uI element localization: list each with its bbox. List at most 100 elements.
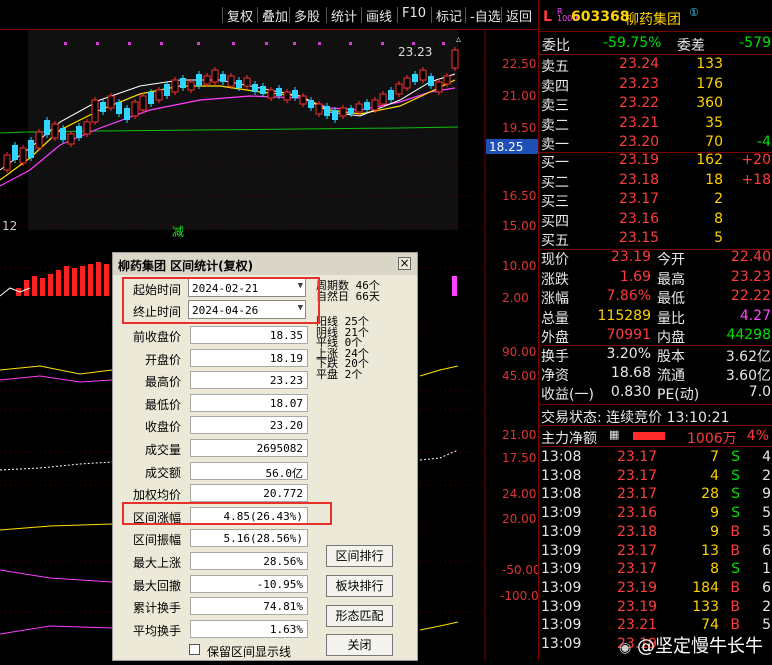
- stock-flag: L: [543, 9, 552, 25]
- candle-body: [76, 126, 82, 138]
- volume-bar: [48, 274, 53, 296]
- stat-value: 2695082: [190, 439, 308, 457]
- stock-name[interactable]: 柳药集团: [625, 9, 681, 29]
- candle-body: [12, 145, 18, 160]
- event-dot: [128, 42, 131, 45]
- keep-range-checkbox[interactable]: [189, 644, 200, 655]
- candle-body: [83, 121, 91, 135]
- candle-body: [292, 90, 298, 98]
- toolbar-button-6[interactable]: 标记: [436, 6, 462, 25]
- candle-body: [252, 84, 258, 92]
- candle-body: [364, 102, 370, 110]
- quote-panel: L R 1000 603368 柳药集团 ① 委比 -59.75% 委差 -57…: [538, 0, 772, 661]
- dialog-button-0[interactable]: 区间排行: [326, 545, 393, 567]
- tick-row: 13:09 23.19 184 B 6: [541, 579, 771, 596]
- candle-body: [3, 154, 11, 171]
- toolbar-button-7[interactable]: -自选: [470, 6, 501, 25]
- peak-label: 23.23: [398, 45, 432, 59]
- candle-body: [443, 75, 451, 85]
- candle-body: [428, 76, 434, 86]
- candle-body: [116, 102, 122, 114]
- axis-label: 15.00: [502, 219, 536, 233]
- indicator-line: [0, 625, 113, 635]
- peak-icon: ▵: [456, 34, 461, 45]
- ask-row: 卖一 23.20 70 -4: [541, 134, 771, 153]
- candle-body: [315, 103, 323, 115]
- stat-value: 28.56%: [190, 552, 308, 570]
- toolbar-button-8[interactable]: 返回: [506, 6, 532, 25]
- candle-body: [211, 69, 219, 83]
- dialog-title: 柳药集团 区间统计(复权): [113, 253, 417, 275]
- event-dot: [349, 42, 352, 45]
- quote-row: 涨幅 7.86% 最低 22.22: [541, 288, 771, 307]
- range-stats-dialog[interactable]: 柳药集团 区间统计(复权) × 起始时间 2024-02-21 ▼ 终止时间 20…: [112, 252, 418, 661]
- event-dot: [442, 42, 445, 45]
- candle-body: [187, 81, 195, 91]
- weibi-row: 委比 -59.75% 委差 -579: [542, 35, 771, 54]
- candle-body: [67, 133, 75, 145]
- volume-bar: [80, 266, 85, 296]
- stat-label: 成交额: [144, 465, 181, 480]
- bid-row: 买三 23.17 2: [541, 191, 723, 210]
- price-tag-label: 18.25: [489, 140, 523, 154]
- candle-body: [91, 99, 99, 123]
- toolbar-button-4[interactable]: 画线: [366, 6, 392, 25]
- toolbar-button-2[interactable]: 多股: [294, 6, 320, 25]
- axis-label: 12: [2, 219, 17, 233]
- quote-row: 现价 23.19 今开 22.40: [541, 249, 771, 268]
- dialog-button-1[interactable]: 板块排行: [326, 575, 393, 597]
- indicator-line: [0, 365, 113, 375]
- tick-row: 13:08 23.17 4 S 2: [541, 467, 771, 484]
- stat-label: 成交量: [144, 443, 181, 457]
- highlight-dates: [122, 277, 320, 324]
- axis-label: 19.50: [502, 121, 536, 135]
- indicator-line: [0, 523, 113, 531]
- bid-row: 买二 23.18 18 +18: [541, 171, 771, 191]
- dialog-button-2[interactable]: 形态匹配: [326, 605, 393, 627]
- stock-sub: R 1000: [557, 7, 578, 23]
- toolbar-button-3[interactable]: 统计: [331, 6, 357, 25]
- grid-icon[interactable]: ▦: [609, 428, 619, 441]
- axis-label: 24.00: [502, 487, 536, 501]
- axis-label: 90.00: [502, 345, 536, 359]
- toolbar-button-5[interactable]: F10: [402, 6, 426, 21]
- stat-value: 18.19: [190, 348, 308, 367]
- candle-body: [220, 74, 226, 82]
- candle-body: [324, 106, 330, 116]
- candle-body: [227, 75, 235, 87]
- candle-body: [35, 131, 43, 149]
- candle-body: [419, 69, 427, 81]
- candle-body: [243, 77, 251, 87]
- candle-body: [196, 74, 202, 86]
- volume-bar: [64, 266, 69, 296]
- candle-body: [276, 88, 282, 96]
- quote-row: 外盘 70991 内盘 44298: [541, 327, 771, 346]
- highlight-gain: [122, 502, 332, 525]
- stat-value: 5.16(28.56%): [190, 529, 308, 548]
- volume-bar: [32, 276, 37, 296]
- candle-body: [19, 147, 27, 164]
- stat-value: 18.07: [190, 393, 308, 412]
- axis-label: 45.00: [502, 369, 536, 383]
- stat-value: 23.23: [190, 371, 308, 390]
- ask-row: 卖四 23.23 176: [541, 75, 723, 95]
- stat-label: 累计换手: [132, 601, 181, 616]
- tick-row: 13:08 23.17 28 S 9: [541, 486, 771, 503]
- dialog-button-3[interactable]: 关闭: [326, 634, 393, 656]
- axis-label: -100.0: [500, 589, 538, 603]
- close-icon[interactable]: ×: [398, 257, 411, 270]
- event-dot: [160, 42, 163, 45]
- axis-label: 17.50: [502, 451, 536, 465]
- candle-body: [412, 74, 418, 82]
- volume-bar: [104, 264, 109, 296]
- toolbar-button-0[interactable]: 复权: [227, 6, 253, 25]
- indicator-line: [0, 375, 113, 383]
- toolbar-button-1[interactable]: 叠加: [262, 6, 288, 25]
- candle-body: [155, 89, 163, 101]
- info-icon[interactable]: ①: [689, 6, 699, 19]
- stat-value: 74.81%: [190, 597, 308, 616]
- candle-body: [451, 49, 459, 69]
- stat-label: 加权均价: [132, 488, 181, 503]
- candle-body: [107, 95, 115, 109]
- event-dot: [265, 42, 268, 45]
